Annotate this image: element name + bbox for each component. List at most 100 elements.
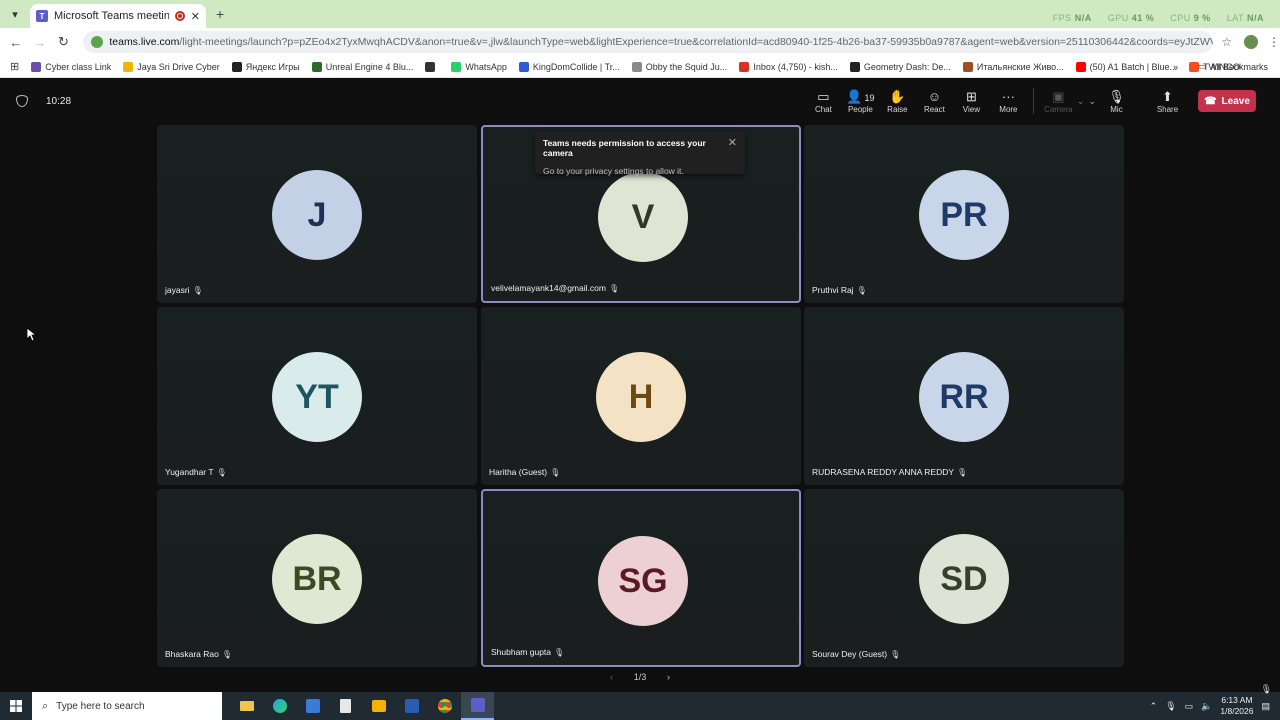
bookmark-item[interactable]: Geometry Dash: De... <box>849 61 951 72</box>
react-button[interactable]: ☺ React <box>916 89 953 114</box>
bookmark-item[interactable]: Inbox (4,750) - kish... <box>739 61 838 72</box>
participant-name: Shubham gupta <box>491 647 552 657</box>
bookmark-item[interactable]: Unreal Engine 4 Blu... <box>311 61 413 72</box>
bookmark-star-icon[interactable]: ☆ <box>1221 35 1232 49</box>
chat-icon: ▭ <box>817 88 830 104</box>
participant-tile[interactable]: PR Pruthvi Raj 🎙 <box>804 125 1124 303</box>
profile-avatar[interactable] <box>1244 35 1258 49</box>
reload-icon[interactable]: ↻ <box>52 34 76 50</box>
camera-label: Camera <box>1044 104 1073 114</box>
leave-button[interactable]: ☎ Leave <box>1198 90 1256 112</box>
bookmark-item[interactable]: Obby the Squid Ju... <box>631 61 727 72</box>
bookmark-item[interactable]: Яндекс Игры <box>231 61 300 72</box>
taskbar-search-placeholder: Type here to search <box>56 700 145 712</box>
outlook-icon[interactable] <box>395 692 428 720</box>
bookmark-item[interactable]: KingDomCollide | Tr... <box>518 61 620 72</box>
participant-tile[interactable]: H Haritha (Guest) 🎙 <box>481 307 801 485</box>
participant-name-tag: jayasri 🎙 <box>165 285 203 295</box>
bookmark-favicon-icon <box>962 61 973 72</box>
all-bookmarks-label: All Bookmarks <box>1210 61 1268 72</box>
bookmark-favicon-icon <box>849 61 860 72</box>
bookmark-item[interactable]: (50) A1 Batch | Blue... <box>1075 61 1177 72</box>
taskbar-search-box[interactable]: ⌕ Type here to search <box>32 692 222 720</box>
tray-chevron-icon[interactable]: ⌃ <box>1150 701 1158 712</box>
mic-options-chevron-icon[interactable]: ⌄ <box>1088 96 1096 107</box>
participant-tile[interactable]: SD Sourav Dey (Guest) 🎙 <box>804 489 1124 667</box>
bookmark-item[interactable]: Итальянские Живо... <box>962 61 1064 72</box>
bookmark-item[interactable] <box>425 61 439 72</box>
meeting-header: 10:28 ▭ Chat 👤 19 People ✋ Raise ☺ React ⊞ View ···… <box>0 80 1280 122</box>
meeting-timer: 10:28 <box>46 95 72 107</box>
store-icon[interactable] <box>362 692 395 720</box>
participant-name-tag: Pruthvi Raj 🎙 <box>812 285 867 295</box>
participant-tile[interactable]: SG Shubham gupta 🎙 <box>481 489 801 667</box>
people-button[interactable]: 👤 19 People <box>842 89 879 114</box>
teams-taskbar-icon[interactable] <box>461 692 494 720</box>
video-gallery: Jjayasri 🎙 Vvelivelamayank14@gmail.com 🎙 PR P… <box>0 122 1280 690</box>
participant-tile[interactable]: RR RUDRASENA REDDY ANNA REDDY 🎙 <box>804 307 1124 485</box>
recording-icon <box>174 11 185 21</box>
chat-button[interactable]: ▭ Chat <box>805 89 842 114</box>
view-button[interactable]: ⊞ View <box>953 89 990 114</box>
tab-close-icon[interactable]: ✕ <box>191 10 200 23</box>
edge-icon[interactable] <box>263 692 296 720</box>
cpu-label: CPU <box>1170 13 1191 23</box>
bookmarks-overflow-icon[interactable]: » <box>1173 62 1178 72</box>
share-button[interactable]: ⬆ Share <box>1149 89 1186 114</box>
pager-prev-icon[interactable]: ‹ <box>610 672 613 682</box>
apps-grid-icon[interactable]: ⊞ <box>10 60 19 73</box>
notifications-icon[interactable]: ▤ <box>1261 701 1270 712</box>
browser-tab[interactable]: T Microsoft Teams meeting | ✕ <box>30 4 206 28</box>
windows-start-icon[interactable] <box>0 700 32 712</box>
mic-button[interactable]: 🎙 Mic <box>1098 89 1135 114</box>
participant-name-tag: RUDRASENA REDDY ANNA REDDY 🎙 <box>812 467 967 477</box>
browser-menu-icon[interactable]: ⋮ <box>1268 35 1280 49</box>
toast-close-icon[interactable]: ✕ <box>728 136 737 149</box>
url-field[interactable]: teams.live.com/light-meetings/launch?p=p… <box>83 31 1214 53</box>
participant-mic-icon: 🎙 <box>890 649 901 659</box>
bookmark-label: WhatsApp <box>465 61 507 72</box>
notepad-icon[interactable] <box>329 692 362 720</box>
app-icon[interactable] <box>296 692 329 720</box>
participant-mic-icon: 🎙 <box>221 649 233 659</box>
raise-button[interactable]: ✋ Raise <box>879 89 916 114</box>
url-path: /light-meetings/launch?p=pZEo4x2TyxMwqhA… <box>179 36 1214 48</box>
bookmark-item[interactable]: Jaya Sri Drive Cyber <box>123 61 220 72</box>
participant-avatar: SG <box>598 536 688 626</box>
mic-off-icon: 🎙 <box>1108 88 1125 104</box>
more-icon: ··· <box>1001 88 1015 104</box>
back-icon[interactable]: ← <box>4 35 28 50</box>
pager-next-icon[interactable]: › <box>667 672 670 682</box>
camera-options-chevron-icon[interactable]: ⌄ <box>1077 96 1085 107</box>
network-icon[interactable]: ▭ <box>1185 701 1194 712</box>
chrome-icon[interactable] <box>428 692 461 720</box>
taskbar-clock[interactable]: 6:13 AM 1/8/2026 <box>1220 695 1253 717</box>
file-explorer-icon[interactable] <box>230 692 263 720</box>
volume-icon[interactable]: 🔈 <box>1201 701 1212 712</box>
bookmark-favicon-icon <box>739 61 750 72</box>
participant-avatar: BR <box>272 534 362 624</box>
bookmark-item[interactable]: WhatsApp <box>451 61 507 72</box>
bookmark-favicon-icon <box>451 61 462 72</box>
tab-search-icon[interactable]: ▾ <box>4 3 26 25</box>
all-bookmarks[interactable]: ▭ All Bookmarks <box>1198 61 1268 72</box>
participant-name: Sourav Dey (Guest) <box>812 649 888 659</box>
participant-mic-icon: 🎙 <box>856 285 867 295</box>
more-button[interactable]: ··· More <box>990 89 1027 114</box>
chat-label: Chat <box>814 104 832 114</box>
participant-tile[interactable]: YT Yugandhar T 🎙 <box>157 307 477 485</box>
participant-tile[interactable]: Jjayasri 🎙 <box>157 125 477 303</box>
bookmark-item[interactable]: Cyber class Link <box>31 61 111 72</box>
camera-button[interactable]: ▣ Camera <box>1040 89 1077 114</box>
tray-mic-icon[interactable]: 🎙 <box>1165 701 1176 712</box>
participant-name-tag: Shubham gupta 🎙 <box>491 647 564 657</box>
bookmark-favicon-icon <box>31 61 42 72</box>
participant-mic-icon: 🎙 <box>550 467 561 477</box>
people-icon: 👤 19 <box>846 88 875 104</box>
participant-name: Pruthvi Raj <box>812 285 854 295</box>
site-mic-icon[interactable] <box>91 36 104 48</box>
new-tab-button[interactable]: + <box>216 6 224 22</box>
forward-icon[interactable]: → <box>28 35 52 50</box>
participant-tile[interactable]: BR Bhaskara Rao 🎙 <box>157 489 477 667</box>
participant-mic-icon: 🎙 <box>554 647 565 657</box>
